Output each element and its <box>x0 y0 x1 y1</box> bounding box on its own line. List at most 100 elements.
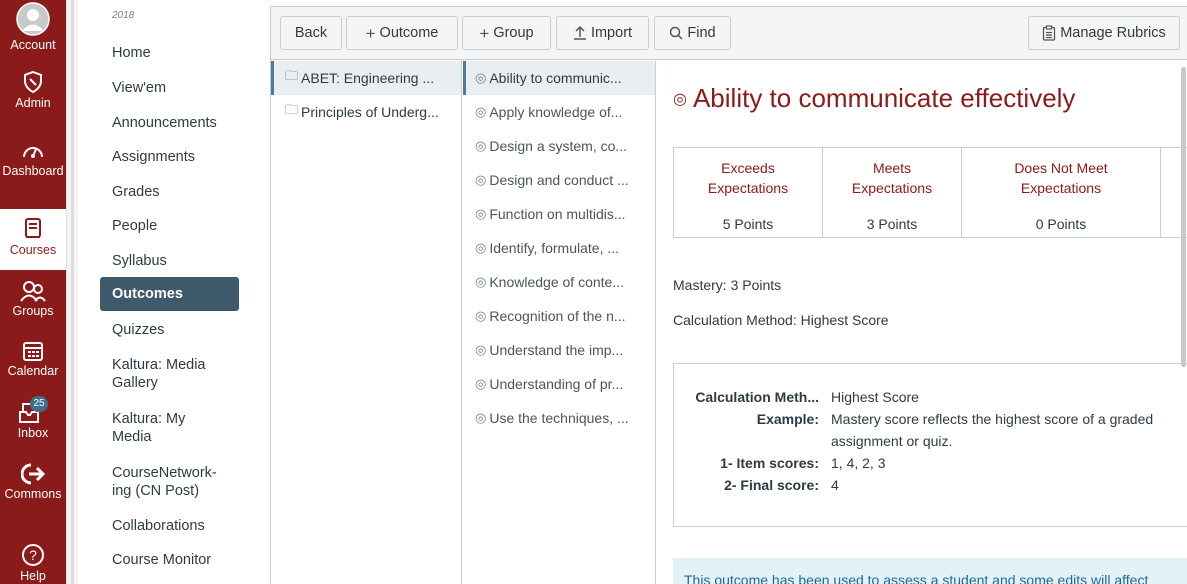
course-nav-course-monitor[interactable]: Course Monitor <box>100 551 239 569</box>
outcome-target-icon: ◎ <box>673 90 687 108</box>
outcome-target-icon: ◎ <box>475 308 487 323</box>
outcome-target-icon: ◎ <box>475 138 487 153</box>
outcome-group-item[interactable]: 🗀 Principles of Underg... <box>271 95 461 129</box>
course-nav-assignments[interactable]: Assignments <box>100 148 239 166</box>
course-nav-coursenetworking[interactable]: CourseNetwork-ing (CN Post) <box>100 464 230 500</box>
course-nav-outcomes[interactable]: Outcomes <box>100 277 239 311</box>
global-nav-commons[interactable]: Commons <box>0 463 66 502</box>
outcome-detail-pane: ◎ Ability to communicate effectively Exc… <box>657 61 1187 584</box>
outcome-list-item[interactable]: ◎ Function on multidis... <box>463 197 655 231</box>
global-nav-help[interactable]: ? Help <box>0 543 66 584</box>
course-nav-collaborations[interactable]: Collaborations <box>100 517 239 535</box>
outcome-list-item[interactable]: ◎ Design and conduct ... <box>463 163 655 197</box>
course-nav-quizzes[interactable]: Quizzes <box>100 321 239 339</box>
item-scores-value: 1, 4, 2, 3 <box>831 455 886 471</box>
outcome-list-label: Understanding of pr... <box>489 376 624 392</box>
outcome-list-item[interactable]: ◎ Knowledge of conte... <box>463 265 655 299</box>
outcome-target-icon: ◎ <box>475 274 487 289</box>
outcome-list-label: Ability to communic... <box>489 70 622 86</box>
outcome-title: ◎ Ability to communicate effectively <box>673 83 1075 114</box>
outcome-list-label: Apply knowledge of... <box>489 104 623 120</box>
course-nav-kaltura-media-gallery[interactable]: Kaltura: Media Gallery <box>100 356 220 392</box>
global-nav-dashboard[interactable]: Dashboard <box>0 140 66 179</box>
course-navigation: 2018 Home View'em Announcements Assignme… <box>78 0 260 584</box>
outcome-group-label: Principles of Underg... <box>301 104 439 120</box>
rating-description: Exceeds <box>721 160 775 176</box>
outcome-list-label: Design and conduct ... <box>489 172 629 188</box>
rubric-clipboard-icon <box>1043 25 1056 41</box>
outcome-target-icon: ◎ <box>475 240 487 255</box>
outcome-target-icon: ◎ <box>475 104 487 119</box>
course-nav-home[interactable]: Home <box>100 44 239 62</box>
course-nav-grades[interactable]: Grades <box>100 183 239 201</box>
global-nav-courses[interactable]: Courses <box>0 209 66 270</box>
outcome-target-icon: ◎ <box>475 172 487 187</box>
global-nav-label: Groups <box>12 304 54 318</box>
rating-description: Expectations <box>707 180 789 196</box>
import-button[interactable]: Import <box>556 16 649 50</box>
course-nav-viewem[interactable]: View'em <box>100 79 239 97</box>
global-nav-admin[interactable]: Admin <box>0 70 66 111</box>
outcome-assessed-notice: This outcome has been used to assess a s… <box>673 558 1187 584</box>
outcome-list-label: Function on multidis... <box>489 206 626 222</box>
rubric-rating-cell: Does Not Meet Expectations 0 Points <box>962 148 1161 237</box>
outcome-list-item[interactable]: ◎ Recognition of the n... <box>463 299 655 333</box>
folder-icon: 🗀 <box>285 102 299 117</box>
global-nav-label: Courses <box>9 243 57 257</box>
global-nav-label: Commons <box>4 487 62 501</box>
course-term: 2018 <box>112 10 135 21</box>
global-nav-groups[interactable]: Groups <box>0 280 66 319</box>
outcome-target-icon: ◎ <box>475 70 487 85</box>
outcome-list-item[interactable]: ◎ Understanding of pr... <box>463 367 655 401</box>
rubric-rating-cell: Exceeds Expectations 5 Points <box>674 148 823 237</box>
course-nav-syllabus[interactable]: Syllabus <box>100 252 239 270</box>
outcome-group-item[interactable]: 🗀 ABET: Engineering ... <box>271 61 461 95</box>
rubric-rating-cell: Meets Expectations 3 Points <box>823 148 962 237</box>
outcome-list-item[interactable]: ◎ Understand the imp... <box>463 333 655 367</box>
final-score-label: 2- Final score: <box>724 477 819 493</box>
item-scores-label: 1- Item scores: <box>720 455 819 471</box>
folder-icon: 🗀 <box>285 68 299 83</box>
global-nav-label: Admin <box>15 96 51 110</box>
outcome-list-label: Design a system, co... <box>489 138 628 154</box>
calc-method-value: Highest Score <box>831 389 919 405</box>
detail-scrollbar[interactable] <box>1179 61 1187 531</box>
global-nav-account[interactable]: Account <box>0 2 66 53</box>
groups-icon <box>20 281 46 302</box>
manage-rubrics-button[interactable]: Manage Rubrics <box>1028 16 1180 50</box>
search-icon <box>670 26 683 40</box>
course-nav-kaltura-my-media[interactable]: Kaltura: My Media <box>100 410 200 446</box>
back-button-label: Back <box>294 25 328 41</box>
rating-points: 0 Points <box>1035 216 1087 232</box>
inbox-unread-badge: 25 <box>30 396 48 412</box>
rating-points: 5 Points <box>722 216 774 232</box>
outcomes-list-column: ◎ Ability to communic... ◎ Apply knowledge… <box>463 61 656 584</box>
outcome-list-label: Recognition of the n... <box>489 308 626 324</box>
outcome-list-item[interactable]: ◎ Identify, formulate, ... <box>463 231 655 265</box>
outcome-list-item[interactable]: ◎ Design a system, co... <box>463 129 655 163</box>
outcome-list-item[interactable]: ◎ Ability to communic... <box>463 61 655 95</box>
outcome-list-item[interactable]: ◎ Apply knowledge of... <box>463 95 655 129</box>
outcomes-toolbar: Back + Outcome + Group Import Find Manag… <box>271 7 1187 60</box>
outcome-target-icon: ◎ <box>475 342 487 357</box>
outcomes-manager: Back + Outcome + Group Import Find Manag… <box>270 6 1187 584</box>
outcome-groups-column: 🗀 ABET: Engineering ... 🗀 Principles of … <box>271 61 462 584</box>
final-score-value: 4 <box>831 477 839 493</box>
course-nav-people[interactable]: People <box>100 217 239 235</box>
course-nav-announcements[interactable]: Announcements <box>100 114 239 132</box>
back-button[interactable]: Back <box>280 16 342 50</box>
outcome-list-label: Identify, formulate, ... <box>489 240 620 256</box>
calc-example-text: Mastery score reflects the highest score… <box>831 411 1154 427</box>
global-nav-inbox[interactable]: 25 Inbox <box>0 396 66 441</box>
rating-description: Expectations <box>1020 180 1102 196</box>
account-avatar-icon <box>16 2 50 36</box>
calculation-method-summary: Calculation Method: Highest Score <box>673 312 889 328</box>
add-group-button[interactable]: + Group <box>462 16 551 50</box>
outcome-list-item[interactable]: ◎ Use the techniques, ... <box>463 401 655 435</box>
global-nav-calendar[interactable]: Calendar <box>0 340 66 379</box>
global-nav-label: Dashboard <box>2 164 64 178</box>
add-outcome-button[interactable]: + Outcome <box>346 16 458 50</box>
find-label: Find <box>687 25 716 41</box>
find-button[interactable]: Find <box>654 16 731 50</box>
manage-rubrics-label: Manage Rubrics <box>1060 25 1166 41</box>
